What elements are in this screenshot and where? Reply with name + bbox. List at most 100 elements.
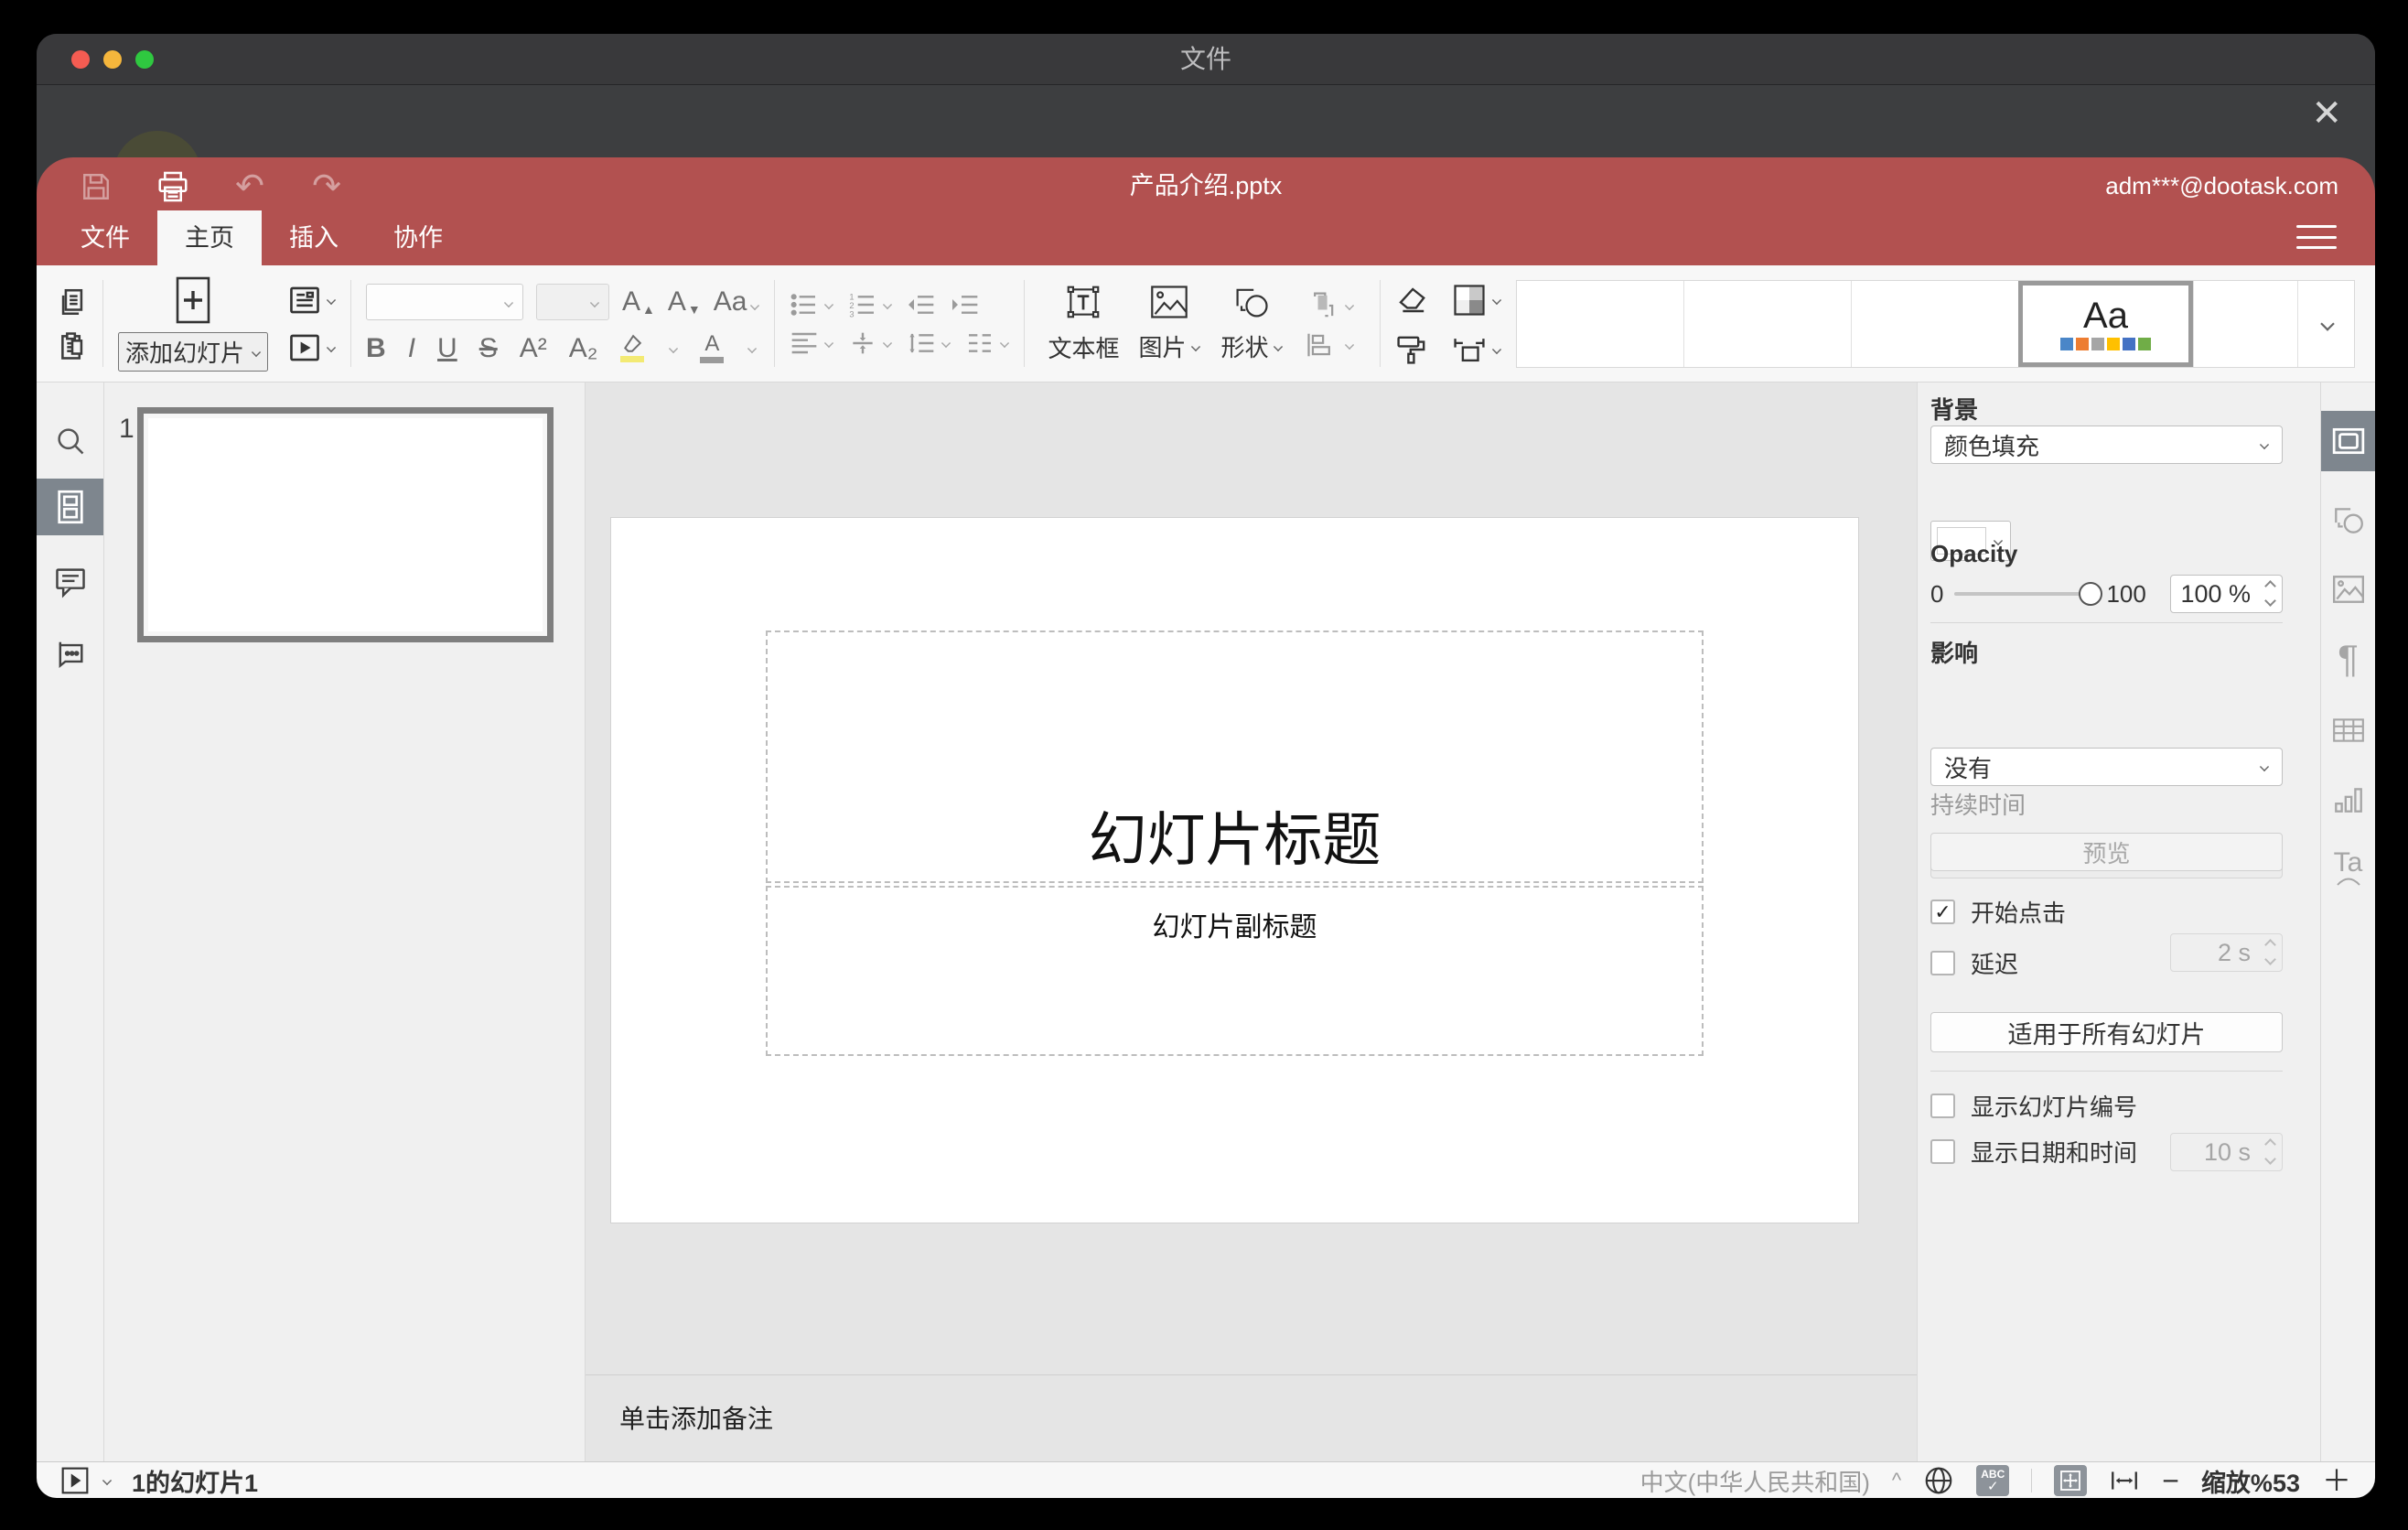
image-settings-icon[interactable] <box>2321 564 2375 615</box>
slide-thumbnail[interactable] <box>137 407 554 642</box>
subtitle-placeholder[interactable]: 幻灯片副标题 <box>766 886 1704 1056</box>
chevron-down-icon[interactable] <box>102 1475 113 1486</box>
image-button[interactable]: 图片 <box>1138 329 1201 363</box>
bold-button[interactable]: B <box>366 334 386 362</box>
set-language-globe-icon[interactable] <box>1923 1465 1954 1496</box>
start-slideshow-status-icon[interactable] <box>60 1466 90 1495</box>
theme-option[interactable] <box>1850 280 2018 367</box>
notes-area[interactable]: 单击添加备注 <box>586 1374 1917 1461</box>
spellcheck-icon[interactable]: ABC ✓ <box>1976 1465 2010 1496</box>
preview-button[interactable]: 预览 <box>1930 833 2283 871</box>
delay-checkbox[interactable] <box>1930 951 1955 975</box>
subscript-button[interactable]: A₂ <box>569 334 598 362</box>
theme-option[interactable] <box>2193 280 2297 367</box>
title-placeholder[interactable]: 幻灯片标题 <box>766 630 1704 883</box>
close-icon[interactable]: ✕ <box>2306 92 2348 135</box>
menu-icon[interactable] <box>2296 223 2337 251</box>
language-label[interactable]: 中文(中华人民共和国) <box>1640 1464 1870 1498</box>
shape-button[interactable]: 形状 <box>1220 329 1284 363</box>
show-date-time-checkbox[interactable] <box>1930 1139 1955 1164</box>
increase-indent-icon[interactable] <box>951 292 980 318</box>
apply-to-all-button[interactable]: 适用于所有幻灯片 <box>1930 1012 2283 1052</box>
font-size-select[interactable] <box>536 284 610 320</box>
horizontal-align-icon[interactable] <box>790 330 834 356</box>
text-art-settings-icon[interactable]: Ta <box>2321 842 2375 893</box>
line-spacing-icon[interactable] <box>907 330 951 356</box>
start-on-click-checkbox[interactable]: ✓ <box>1930 900 1955 924</box>
theme-option[interactable] <box>1517 281 1683 367</box>
zoom-in-icon[interactable]: ＋ <box>2322 1466 2351 1495</box>
chart-settings-icon[interactable] <box>2321 774 2375 825</box>
paragraph-settings-icon[interactable]: ¶ <box>2321 633 2375 684</box>
table-settings-icon[interactable] <box>2321 705 2375 756</box>
text-box-icon[interactable] <box>1064 283 1102 321</box>
image-icon[interactable] <box>1149 284 1189 320</box>
font-group: A ▲ A ▼ Aa B I U S A² A₂ A <box>366 284 760 363</box>
theme-option-selected[interactable]: Aa <box>2017 280 2194 367</box>
zoom-out-icon[interactable]: − <box>2162 1466 2179 1495</box>
copy-style-icon[interactable] <box>1395 334 1428 365</box>
svg-text:3: 3 <box>850 309 855 318</box>
align-shapes-icon[interactable] <box>1305 331 1355 359</box>
chevron-down-icon <box>1492 295 1502 305</box>
slides-panel-icon[interactable] <box>37 479 103 535</box>
slide-theme-color-icon[interactable] <box>1452 283 1502 318</box>
spinner-arrows-icon[interactable] <box>2264 580 2276 607</box>
font-color-button[interactable]: A <box>700 333 725 363</box>
chevron-down-icon <box>1274 341 1284 351</box>
highlight-color-button[interactable] <box>619 334 645 362</box>
tab-file[interactable]: 文件 <box>53 210 157 265</box>
shape-icon[interactable] <box>1231 284 1272 320</box>
vertical-align-icon[interactable] <box>848 330 893 356</box>
underline-button[interactable]: U <box>437 334 457 362</box>
slide-info-label: 1的幻灯片1 <box>132 1469 259 1497</box>
right-sidebar: ¶ Ta <box>2321 382 2375 1461</box>
text-box-button[interactable]: 文本框 <box>1048 330 1119 364</box>
decrease-font-icon[interactable]: A ▼ <box>668 288 701 317</box>
columns-icon[interactable] <box>965 330 1010 356</box>
copy-icon[interactable] <box>57 286 88 318</box>
superscript-button[interactable]: A² <box>520 334 547 362</box>
duration-input[interactable]: 2 s <box>2170 933 2283 972</box>
increase-font-icon[interactable]: A ▲ <box>622 288 655 317</box>
slide-layout-button[interactable] <box>288 286 337 315</box>
shape-settings-icon[interactable] <box>2321 494 2375 545</box>
add-slide-button[interactable]: 添加幻灯片 <box>118 332 269 372</box>
theme-gallery-expand-icon[interactable] <box>2297 280 2354 367</box>
opacity-slider-thumb[interactable] <box>2079 582 2103 606</box>
fit-to-width-icon[interactable] <box>2109 1467 2140 1494</box>
opacity-slider[interactable] <box>1954 582 2103 606</box>
fit-to-slide-icon[interactable] <box>2054 1465 2088 1496</box>
highlight-color-swatch <box>620 356 645 362</box>
start-slideshow-button[interactable] <box>288 333 337 362</box>
show-slide-number-checkbox[interactable] <box>1930 1094 1955 1118</box>
slide-size-icon[interactable] <box>1452 334 1502 365</box>
tab-collaboration[interactable]: 协作 <box>366 210 470 265</box>
language-caret-icon: ^ <box>1891 1469 1902 1492</box>
decrease-indent-icon[interactable] <box>907 292 936 318</box>
left-sidebar <box>37 382 104 1461</box>
slide-editor[interactable]: 幻灯片标题 幻灯片副标题 <box>611 518 1858 1223</box>
tab-home[interactable]: 主页 <box>157 210 262 265</box>
slide-settings-icon[interactable] <box>2321 411 2375 471</box>
add-slide-icon[interactable] <box>167 275 220 325</box>
font-name-select[interactable] <box>366 284 524 320</box>
tab-insert[interactable]: 插入 <box>262 210 366 265</box>
search-icon[interactable] <box>37 413 103 469</box>
comments-icon[interactable] <box>37 554 103 610</box>
fill-type-select[interactable]: 颜色填充 <box>1930 426 2283 464</box>
theme-option[interactable] <box>1683 280 1851 367</box>
italic-button[interactable]: I <box>408 334 415 362</box>
chat-icon[interactable] <box>37 625 103 682</box>
delay-input[interactable]: 10 s <box>2170 1133 2283 1171</box>
eraser-icon[interactable] <box>1395 286 1428 315</box>
paste-icon[interactable] <box>57 330 88 361</box>
chevron-down-icon <box>1191 341 1201 351</box>
strikethrough-button[interactable]: S <box>479 334 498 362</box>
arrange-icon[interactable] <box>1305 289 1355 322</box>
numbered-list-icon[interactable]: 123 <box>848 292 893 318</box>
bullet-list-icon[interactable] <box>790 292 834 318</box>
opacity-input[interactable]: 100 % <box>2170 575 2283 613</box>
change-case-icon[interactable]: Aa <box>714 288 760 316</box>
effect-select[interactable]: 没有 <box>1930 748 2283 786</box>
